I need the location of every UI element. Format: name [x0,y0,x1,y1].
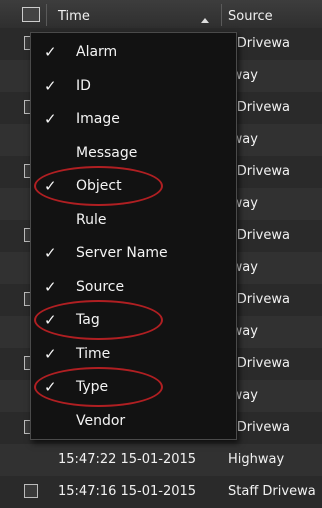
column-header-time[interactable]: Time [58,0,90,28]
checkmark-icon: ✓ [44,311,57,329]
menu-item-label: Message [76,144,138,161]
column-header-source[interactable]: Source [228,0,273,28]
image-column-icon[interactable] [22,7,40,22]
menu-item-label: Image [76,111,120,127]
cell-time: 15:47:22 15-01-2015 [58,452,197,467]
sort-ascending-icon [201,18,209,23]
menu-item-label: ID [76,77,91,94]
menu-item-alarm[interactable]: ✓ Alarm [31,35,236,69]
menu-item-object[interactable]: ✓ Object [31,166,236,206]
menu-item-label: Vendor [76,412,126,429]
checkmark-icon: ✓ [44,177,57,195]
checkmark-icon: ✓ [44,378,57,396]
menu-item-id[interactable]: ✓ ID [31,69,236,103]
menu-item-label: Alarm [76,44,118,60]
menu-item-tag[interactable]: ✓ Tag [31,300,236,340]
menu-item-image[interactable]: ✓ Image [31,102,236,136]
menu-item-vendor[interactable]: Vendor [31,404,236,438]
column-divider [221,4,222,26]
menu-item-label: Rule [76,211,107,228]
cell-source: f Drivewa [228,292,290,307]
column-chooser-menu: ✓ Alarm ✓ ID ✓ Image Message ✓ Object Rule ✓ Server… [30,32,237,440]
table-row[interactable]: 15:47:16 15-01-2015 Staff Drivewa [0,476,322,508]
table-header: Time Source [0,0,322,29]
menu-item-type[interactable]: ✓ Type [31,367,236,407]
cell-source: Highway [228,452,285,467]
checkmark-icon: ✓ [44,344,57,363]
menu-item-label: Source [76,278,125,295]
table-row[interactable]: 15:47:22 15-01-2015 Highway [0,444,322,476]
cell-source: f Drivewa [228,356,290,371]
menu-item-rule[interactable]: Rule [31,203,236,237]
cell-source: f Drivewa [228,164,290,179]
menu-item-label: Type [76,379,109,395]
checkmark-icon: ✓ [44,110,57,128]
cell-source: f Drivewa [228,100,290,115]
image-thumbnail-icon [24,484,38,498]
menu-item-label: Server Name [76,245,168,261]
checkmark-icon: ✓ [44,76,57,95]
menu-item-label: Time [76,345,111,362]
column-divider [46,4,47,26]
cell-source: f Drivewa [228,36,290,51]
menu-item-time[interactable]: ✓ Time [31,337,236,371]
checkmark-icon: ✓ [44,277,57,296]
cell-source: f Drivewa [228,420,290,435]
checkmark-icon: ✓ [44,43,57,61]
menu-item-server-name[interactable]: ✓ Server Name [31,236,236,270]
cell-time: 15:47:16 15-01-2015 [58,484,197,499]
checkmark-icon: ✓ [44,244,57,262]
cell-source: Staff Drivewa [228,484,316,499]
menu-item-label: Tag [76,312,100,328]
cell-source: f Drivewa [228,228,290,243]
menu-item-label: Object [76,178,122,194]
menu-item-source[interactable]: ✓ Source [31,270,236,304]
menu-item-message[interactable]: Message [31,136,236,170]
